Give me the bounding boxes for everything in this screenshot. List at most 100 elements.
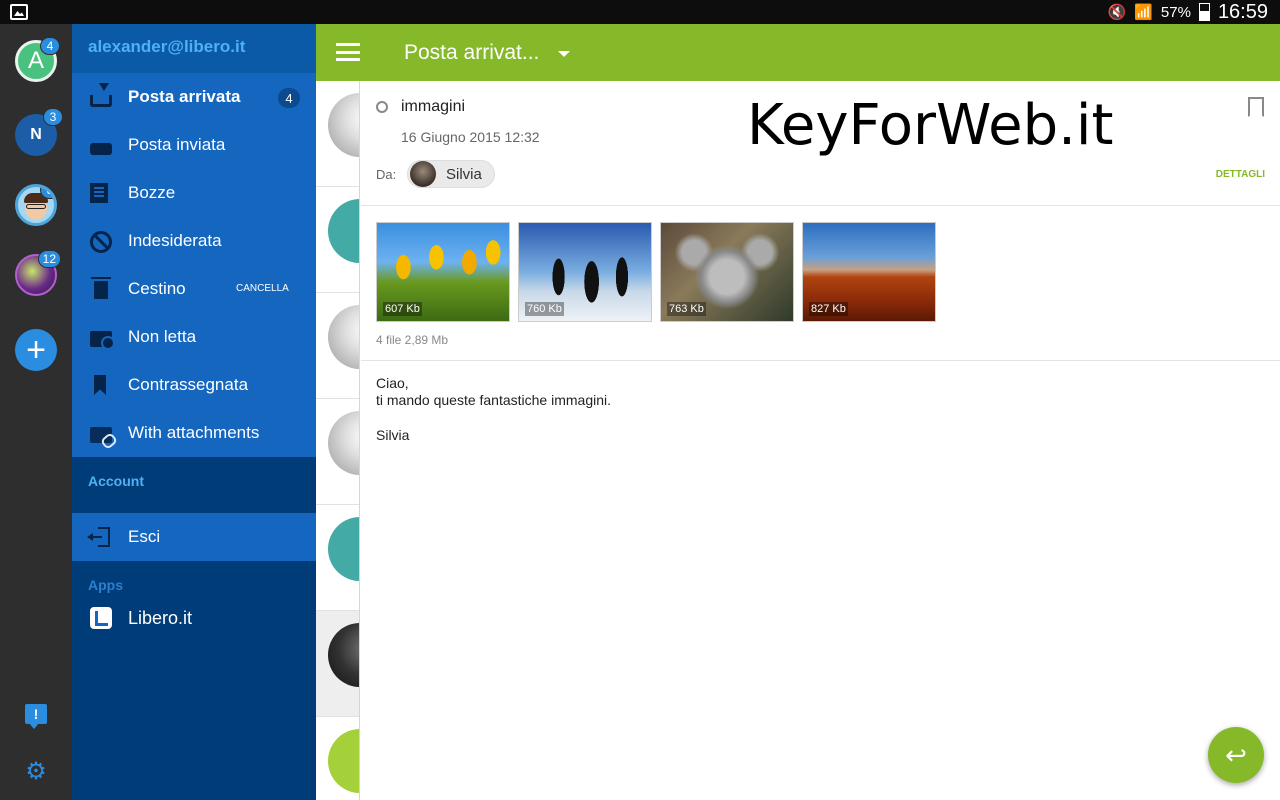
sender-avatar <box>328 411 359 475</box>
attachments-total: 4 file 2,89 Mb <box>376 333 449 347</box>
list-item[interactable] <box>316 505 359 611</box>
account-avatar-cartoon[interactable]: 8 <box>15 184 57 226</box>
account-avatar-a[interactable]: A 4 <box>15 37 60 82</box>
from-label: Da: <box>376 167 397 182</box>
list-item[interactable] <box>316 399 359 505</box>
sender-avatar <box>328 729 359 793</box>
current-folder-title[interactable]: Posta arrivat... <box>404 41 539 65</box>
details-link[interactable]: DETTAGLI <box>1216 169 1265 180</box>
trash-icon <box>91 277 111 299</box>
add-account-button[interactable]: + <box>15 329 57 371</box>
list-item[interactable] <box>316 187 359 293</box>
attachment-thumbnail-tulips[interactable]: 607 Kb <box>376 222 510 322</box>
sender-avatar <box>328 305 359 369</box>
unread-badge: 4 <box>40 37 60 55</box>
message-date: 16 Giugno 2015 12:32 <box>401 129 540 145</box>
apps-section-title: Apps <box>88 577 123 593</box>
folder-item-trash[interactable]: Cestino CANCELLA <box>72 265 316 313</box>
sender-avatar <box>328 517 359 581</box>
reading-pane: immagini 16 Giugno 2015 12:32 Da: Silvia… <box>361 81 1280 800</box>
feedback-icon[interactable]: ! <box>25 704 47 729</box>
drawer-account-email: alexander@libero.it <box>72 24 316 73</box>
mute-icon: 🔇 <box>1107 4 1127 21</box>
battery-percent: 57% <box>1160 3 1191 21</box>
bookmark-icon <box>94 375 106 395</box>
status-right: 🔇 📶 57% 16:59 <box>1108 0 1268 24</box>
empty-trash-button[interactable]: CANCELLA <box>236 283 289 294</box>
folder-label: Posta arrivata <box>128 87 241 106</box>
sender-name: Silvia <box>446 165 482 183</box>
folder-label: Non letta <box>128 327 197 346</box>
sent-icon <box>90 143 112 155</box>
sender-chip[interactable]: Silvia <box>407 160 495 188</box>
account-rail: A 4 N 3 8 12 + ! ⚙ <box>0 24 72 800</box>
reply-icon: ↩ <box>1225 739 1247 770</box>
attachment-thumbnail-desert[interactable]: 827 Kb <box>802 222 936 322</box>
folder-label: Cestino <box>128 279 186 298</box>
navigation-drawer: alexander@libero.it Posta arrivata 4 Pos… <box>72 24 316 800</box>
folder-item-inbox[interactable]: Posta arrivata 4 <box>72 73 316 121</box>
read-status-icon[interactable] <box>376 101 388 113</box>
folder-label: Contrassegnata <box>128 375 249 394</box>
settings-gear-icon[interactable]: ⚙ <box>24 760 48 784</box>
folder-label: Indesiderata <box>128 231 222 250</box>
libero-logo-icon <box>90 607 112 629</box>
folder-item-spam[interactable]: Indesiderata <box>72 217 316 265</box>
chevron-down-icon[interactable] <box>558 51 570 57</box>
sender-avatar <box>328 199 359 263</box>
account-avatar-n[interactable]: N 3 <box>15 108 63 156</box>
sender-avatar <box>328 93 359 157</box>
unread-folder-icon <box>90 331 115 350</box>
message-body: Ciao, ti mando queste fantastiche immagi… <box>376 375 611 444</box>
attachment-size: 607 Kb <box>383 302 422 316</box>
bookmark-flag-icon[interactable] <box>1248 97 1264 117</box>
sender-chip-avatar <box>410 161 436 187</box>
message-subject: immagini <box>401 98 466 115</box>
attachment-thumbnail-koala[interactable]: 763 Kb <box>660 222 794 322</box>
app-toolbar: Posta arrivat... <box>316 24 1280 81</box>
list-item[interactable] <box>316 293 359 399</box>
folder-item-sent[interactable]: Posta inviata <box>72 121 316 169</box>
message-header: immagini 16 Giugno 2015 12:32 Da: Silvia… <box>361 81 1280 206</box>
attachments-section: 607 Kb 760 Kb 763 Kb 827 Kb 4 file 2,89 … <box>361 206 1280 361</box>
folder-label: Posta inviata <box>128 135 226 154</box>
logout-label: Esci <box>128 527 161 546</box>
body-line: ti mando queste fantastiche immagini. <box>376 392 612 408</box>
logout-item[interactable]: Esci <box>72 513 316 561</box>
list-item[interactable] <box>316 717 359 800</box>
clock: 16:59 <box>1217 0 1268 23</box>
folder-item-attachments[interactable]: With attachments <box>72 409 316 457</box>
attachment-size: 760 Kb <box>525 302 564 316</box>
account-avatar-photo[interactable]: 12 <box>15 250 61 296</box>
list-item[interactable] <box>316 81 359 187</box>
app-item-libero[interactable]: Libero.it <box>72 597 316 641</box>
body-signature: Silvia <box>376 427 410 443</box>
attachment-thumbnail-penguins[interactable]: 760 Kb <box>518 222 652 322</box>
app-label: Libero.it <box>128 608 193 628</box>
message-list <box>316 81 360 800</box>
inbox-count-badge: 4 <box>278 88 300 108</box>
screenshot-icon <box>10 4 28 20</box>
attachment-size: 763 Kb <box>667 302 706 316</box>
inbox-icon <box>90 83 112 107</box>
folder-item-drafts[interactable]: Bozze <box>72 169 316 217</box>
spam-icon <box>90 231 112 253</box>
unread-badge: 12 <box>37 250 61 268</box>
watermark: KeyForWeb.it <box>747 93 1114 158</box>
wifi-icon: 📶 <box>1134 4 1153 21</box>
attachment-size: 827 Kb <box>809 302 848 316</box>
battery-icon <box>1198 3 1210 21</box>
reply-button[interactable]: ↩ <box>1208 727 1264 783</box>
sender-avatar <box>328 623 359 687</box>
folder-item-flagged[interactable]: Contrassegnata <box>72 361 316 409</box>
list-item[interactable] <box>316 611 359 717</box>
account-initial: N <box>30 126 42 143</box>
folder-item-unread[interactable]: Non letta <box>72 313 316 361</box>
unread-badge: 3 <box>43 108 63 126</box>
mail-app: 🔇 📶 57% 16:59 A 4 N 3 8 12 + ! ⚙ alexand… <box>0 0 1280 800</box>
logout-icon <box>87 527 110 547</box>
menu-hamburger-icon[interactable] <box>336 43 360 61</box>
folder-label: With attachments <box>128 423 260 442</box>
drafts-icon <box>90 183 108 203</box>
